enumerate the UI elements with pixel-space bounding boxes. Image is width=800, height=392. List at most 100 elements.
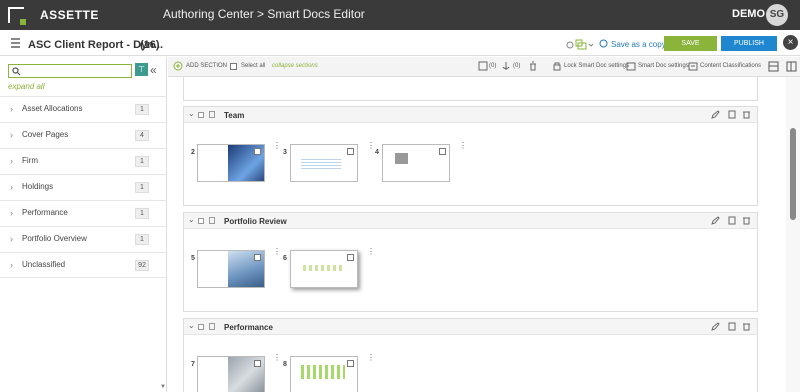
page-checkbox[interactable] [347, 360, 354, 367]
category-cover-pages[interactable]: › Cover Pages 4 [0, 122, 166, 148]
app-title: Authoring Center > Smart Docs Editor [163, 7, 365, 21]
page-checkbox[interactable] [254, 148, 261, 155]
category-label: Unclassified [22, 260, 66, 269]
trash-icon[interactable] [742, 110, 751, 119]
count-b: (0) [513, 63, 521, 69]
chevron-down-icon[interactable]: ⌄ [188, 215, 195, 224]
page-thumbnail[interactable] [290, 144, 358, 182]
page-number: 5 [191, 255, 195, 262]
save-as-copy-link[interactable]: Save as a copy [611, 40, 666, 49]
chevron-right-icon: › [10, 208, 13, 218]
lock-icon[interactable] [552, 61, 562, 71]
page-menu-icon[interactable]: ⋮ [459, 142, 467, 150]
category-firm[interactable]: › Firm 1 [0, 148, 166, 174]
grid-icon [11, 38, 20, 48]
chevron-down-icon[interactable]: ⌄ [188, 109, 195, 118]
add-section-button[interactable]: ADD SECTION [186, 63, 227, 69]
page-menu-icon[interactable]: ⋮ [367, 354, 375, 362]
main-scrollbar[interactable] [786, 77, 800, 392]
document-icon[interactable] [727, 322, 736, 331]
scrollbar-thumb[interactable] [790, 128, 796, 220]
section-title: Team [224, 111, 245, 120]
chevron-down-icon[interactable]: ⌄ [188, 321, 195, 330]
page-checkbox[interactable] [347, 254, 354, 261]
section-checkbox[interactable] [198, 218, 204, 224]
edit-icon[interactable] [711, 110, 720, 119]
image-placeholder-icon [395, 153, 408, 164]
filter-icon[interactable]: ⊤ [135, 63, 148, 76]
page-number: 2 [191, 149, 195, 156]
page-icon [209, 111, 215, 118]
category-count: 1 [135, 208, 149, 219]
sidebar-scroll-down-icon[interactable]: ▼ [160, 384, 166, 390]
edit-icon[interactable] [711, 216, 720, 225]
section-header: ⌄ Portfolio Review [184, 213, 757, 229]
page-number: 7 [191, 361, 195, 368]
save-button[interactable]: SAVE [664, 36, 717, 51]
category-portfolio-overview[interactable]: › Portfolio Overview 1 [0, 226, 166, 252]
add-section-icon[interactable] [173, 61, 183, 71]
page-checkbox[interactable] [439, 148, 446, 155]
section-checkbox[interactable] [198, 112, 204, 118]
close-icon[interactable]: × [783, 35, 798, 50]
category-label: Asset Allocations [22, 104, 83, 113]
count-a: (0) [489, 63, 497, 69]
smart-doc-settings-button[interactable]: Smart Doc settings [638, 63, 689, 69]
category-asset-allocations[interactable]: › Asset Allocations 1 [0, 96, 166, 122]
page-thumbnail[interactable] [382, 144, 450, 182]
collapse-sections-link[interactable]: collapse sections [272, 63, 318, 69]
section-checkbox[interactable] [198, 324, 204, 330]
chart-preview [303, 265, 343, 271]
lock-settings-button[interactable]: Lock Smart Doc settings [564, 63, 629, 69]
category-label: Performance [22, 208, 68, 217]
page-thumbnail[interactable] [197, 250, 265, 288]
page-checkbox[interactable] [254, 360, 261, 367]
page-menu-icon[interactable]: ⋮ [273, 248, 281, 256]
page-menu-icon[interactable]: ⋮ [273, 354, 281, 362]
edit-icon[interactable] [711, 322, 720, 331]
page-menu-icon[interactable]: ⋮ [367, 248, 375, 256]
trash-icon[interactable] [742, 216, 751, 225]
document-icon[interactable] [727, 216, 736, 225]
publish-button[interactable]: PUBLISH [721, 36, 777, 51]
select-all-label: Select all [241, 63, 266, 69]
page-menu-icon[interactable]: ⋮ [367, 142, 375, 150]
resize-icon[interactable] [478, 61, 488, 71]
page-thumbnail[interactable] [290, 250, 358, 288]
category-holdings[interactable]: › Holdings 1 [0, 174, 166, 200]
expand-all-link[interactable]: expand all [8, 82, 44, 91]
category-label: Portfolio Overview [22, 234, 87, 243]
page-number: 6 [283, 255, 287, 262]
page-number: 4 [375, 149, 379, 156]
layout-icon[interactable] [786, 61, 797, 72]
anchor-icon[interactable] [501, 61, 511, 71]
content-classifications-button[interactable]: Content Classifications [700, 63, 761, 69]
page-thumbnail[interactable] [197, 144, 265, 182]
select-all-checkbox[interactable] [230, 63, 237, 70]
page-menu-icon[interactable]: ⋮ [273, 142, 281, 150]
page-number: 8 [283, 361, 287, 368]
user-avatar[interactable]: SG [766, 4, 788, 26]
trash-icon[interactable] [742, 322, 751, 331]
search-input[interactable] [8, 64, 132, 78]
category-performance[interactable]: › Performance 1 [0, 200, 166, 226]
category-unclassified[interactable]: › Unclassified 92 [0, 252, 166, 278]
brand-name: ASSETTE [40, 8, 99, 22]
classification-icon[interactable] [688, 61, 698, 71]
collapse-panel-icon[interactable]: « [150, 63, 157, 77]
top-bar: ASSETTE Authoring Center > Smart Docs Ed… [0, 0, 800, 30]
document-icon[interactable] [727, 110, 736, 119]
page-checkbox[interactable] [254, 254, 261, 261]
chart-preview [301, 365, 345, 379]
trash-icon[interactable] [528, 61, 538, 71]
page-thumbnail[interactable] [197, 356, 265, 392]
workflow-icon[interactable] [566, 38, 596, 50]
category-count: 1 [135, 156, 149, 167]
page-thumbnail[interactable] [290, 356, 358, 392]
page-checkbox[interactable] [347, 148, 354, 155]
editor-toolbar: ADD SECTION Select all collapse sections… [168, 57, 800, 77]
category-count: 4 [135, 130, 149, 141]
preview-icon[interactable] [768, 61, 779, 72]
settings-icon[interactable] [626, 61, 636, 71]
search-icon [12, 67, 21, 76]
